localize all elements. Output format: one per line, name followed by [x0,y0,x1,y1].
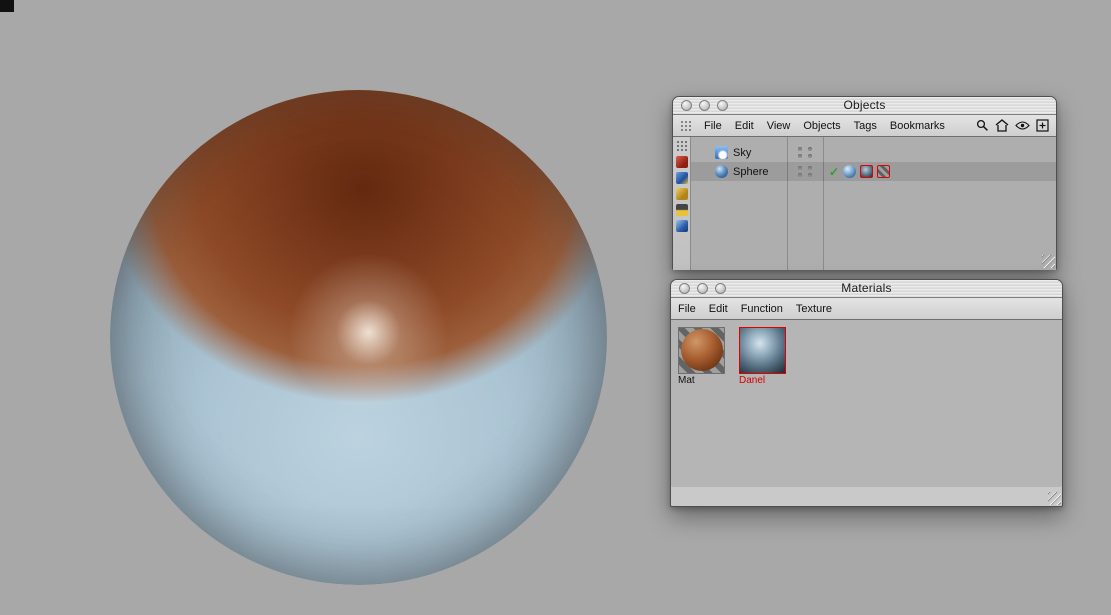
material-item-danel[interactable]: Danel [739,327,786,386]
search-icon[interactable] [976,119,989,132]
grid-tool-icon[interactable] [675,140,688,152]
eye-icon[interactable] [1015,120,1030,131]
materials-titlebar[interactable]: Materials [671,280,1062,298]
materials-window: Materials File Edit Function Texture Mat… [670,279,1063,507]
menu-edit[interactable]: Edit [735,120,754,132]
menu-function[interactable]: Function [741,303,783,315]
objects-menubar: File Edit View Objects Tags Bookmarks [673,115,1056,137]
material-thumbnail-danel[interactable] [739,327,786,374]
sky-object-icon [715,146,728,159]
phong-tag-icon[interactable] [843,165,857,178]
texture-tag-mat-icon[interactable] [877,165,891,178]
materials-menubar: File Edit Function Texture [671,298,1062,320]
blue-star-tool-icon[interactable] [675,220,688,232]
material-name: Mat [678,375,695,386]
add-panel-icon[interactable] [1036,119,1049,132]
menu-edit[interactable]: Edit [709,303,728,315]
menu-file[interactable]: File [704,120,722,132]
visibility-dots[interactable] [787,166,823,177]
tag-list [843,165,891,178]
window-title: Materials [841,281,892,295]
drag-grip-icon[interactable] [680,120,691,131]
object-label: Sky [733,146,752,159]
object-list: Sky Sphere ✓ [691,137,1056,270]
objects-titlebar[interactable]: Objects [673,97,1056,115]
menu-tags[interactable]: Tags [854,120,877,132]
material-thumbnail-mat[interactable] [678,327,725,374]
object-label: Sphere [733,165,769,178]
menu-bookmarks[interactable]: Bookmarks [890,120,945,132]
axis-tool-icon[interactable] [675,204,688,216]
desktop: { "colors": { "desktop_bg": "#a8a8a8", "… [0,0,1111,615]
red-tool-icon[interactable] [675,156,688,168]
menu-view[interactable]: View [767,120,791,132]
material-item-mat[interactable]: Mat [678,327,725,386]
resize-grip[interactable] [1042,255,1055,268]
object-row-sphere[interactable]: Sphere ✓ [691,162,1056,181]
blue-cross-tool-icon[interactable] [675,172,688,184]
objects-toolbar [673,137,691,270]
material-name: Danel [739,375,766,386]
texture-tag-danel-icon[interactable] [860,165,874,178]
resize-grip[interactable] [1048,492,1061,505]
menu-file[interactable]: File [678,303,696,315]
materials-content: Mat Danel [671,320,1062,487]
menu-objects[interactable]: Objects [803,120,840,132]
enabled-check-icon[interactable]: ✓ [829,165,839,179]
window-title: Objects [843,98,886,112]
object-row-sky[interactable]: Sky [691,143,1056,162]
visibility-dots[interactable] [787,147,823,158]
objects-body: Sky Sphere ✓ [673,137,1056,270]
screen-corner-artifact [0,0,14,12]
menubar-tools [976,119,1049,132]
objects-window: Objects File Edit View Objects Tags Book… [672,96,1057,270]
menu-texture[interactable]: Texture [796,303,832,315]
rendered-sphere [110,90,607,585]
yellow-tool-icon[interactable] [675,188,688,200]
home-icon[interactable] [995,119,1009,132]
sphere-object-icon [715,165,728,178]
